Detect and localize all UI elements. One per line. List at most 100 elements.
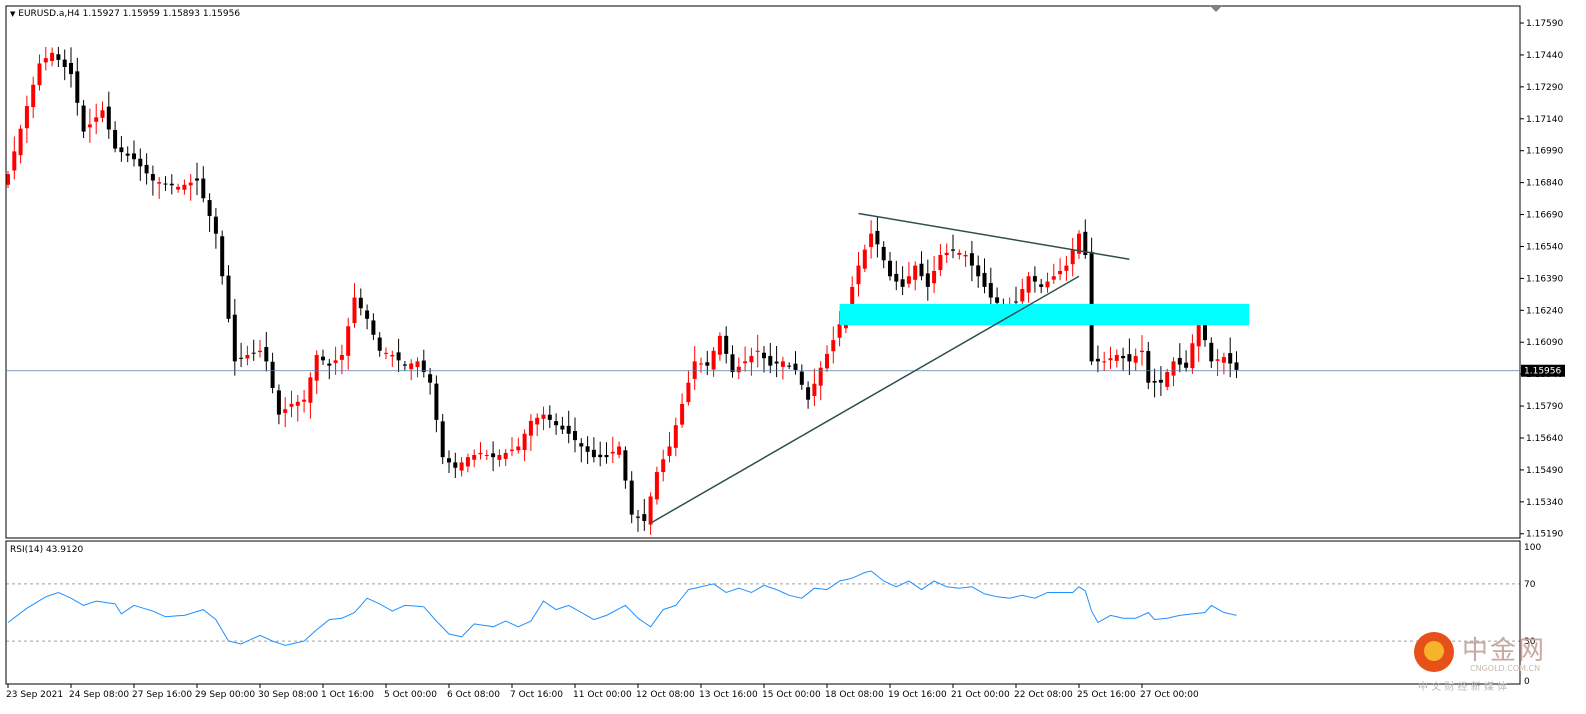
candle (69, 47, 73, 88)
candle-body (150, 174, 155, 181)
candle-body (610, 451, 615, 454)
candle (913, 261, 918, 291)
candle-body (75, 71, 80, 103)
candle (1133, 348, 1138, 372)
candle (1039, 278, 1044, 294)
candle-body (1146, 351, 1151, 383)
candle (1070, 237, 1075, 277)
candle-body (497, 455, 502, 460)
candle-body (321, 356, 325, 361)
candle-body (837, 324, 842, 338)
candle (119, 135, 124, 162)
candle (12, 136, 17, 180)
candle-body (327, 363, 332, 366)
candle-body (352, 297, 357, 324)
candle-body (377, 337, 382, 351)
candle (87, 108, 92, 143)
candle-body (365, 310, 370, 319)
candle-body (276, 390, 281, 415)
candle (862, 244, 867, 272)
watermark-site: CNGOLD.COM.CN (1470, 664, 1541, 673)
candle-body (743, 361, 748, 364)
candle-body (226, 275, 231, 319)
candle (169, 174, 174, 195)
candle (736, 357, 741, 379)
candle (705, 350, 710, 376)
candle (384, 347, 388, 360)
candle (604, 442, 609, 464)
candle (491, 441, 496, 472)
candle-body (591, 449, 596, 458)
rsi-panel[interactable] (6, 570, 1520, 646)
candle (749, 347, 754, 376)
candle (711, 346, 716, 377)
dropdown-arrow-icon[interactable]: ▼ (10, 10, 15, 18)
candle (270, 352, 275, 394)
candle-body (396, 352, 401, 361)
candle (484, 449, 489, 461)
candle-body (258, 350, 262, 353)
candle (352, 283, 357, 328)
candle-body (762, 352, 766, 359)
candle-body (1152, 380, 1157, 383)
candle-body (812, 383, 817, 396)
candle (176, 183, 181, 193)
candle (251, 339, 256, 361)
candle (661, 449, 666, 482)
candle-body (138, 158, 143, 167)
candle-body (1032, 276, 1037, 282)
candle-body (951, 249, 955, 251)
watermark-logo-icon (1414, 632, 1454, 672)
candle (453, 452, 458, 479)
candle-body (264, 347, 269, 362)
candle-body (547, 414, 552, 420)
candle-body (932, 270, 937, 284)
candle (434, 375, 439, 433)
candle-body (119, 147, 124, 153)
candle-body (270, 361, 275, 388)
candle (415, 357, 420, 378)
candle (459, 457, 464, 477)
price-axis-label: 1.16390 (1526, 274, 1563, 284)
candle-body (1190, 343, 1195, 369)
price-axis-label: 1.17440 (1526, 51, 1563, 61)
candle-body (283, 409, 288, 413)
candle-body (384, 352, 388, 354)
candle-body (1070, 249, 1075, 265)
candle (1064, 255, 1069, 281)
candle-body (484, 455, 489, 457)
candle (988, 267, 993, 309)
candle-body (535, 417, 540, 425)
candle (1146, 341, 1151, 390)
rsi-info-label: RSI(14) 43.9120 (10, 545, 84, 555)
candle (957, 249, 962, 260)
candle (440, 413, 445, 465)
candle-body (894, 273, 899, 282)
candle (787, 362, 792, 369)
candle-body (289, 403, 294, 407)
candle-body (415, 361, 420, 368)
candle-body (472, 455, 477, 460)
candle (396, 338, 401, 373)
candle-body (100, 110, 105, 118)
candle (963, 250, 968, 267)
candle (541, 406, 546, 431)
candle (1152, 368, 1157, 398)
candle (314, 350, 319, 395)
candle-body (642, 514, 647, 521)
candle-body (963, 254, 968, 257)
chart-shift-marker-icon (1210, 6, 1222, 12)
candle (579, 438, 584, 463)
candle-body (1158, 379, 1163, 383)
candle-body (176, 186, 181, 190)
candle (157, 177, 162, 199)
candle-body (1058, 270, 1063, 275)
candle (510, 437, 514, 456)
candle-body (1140, 350, 1144, 353)
candle (75, 57, 80, 116)
candle-body (585, 446, 590, 452)
candle (1228, 337, 1233, 378)
candle-body (906, 276, 911, 284)
candle (346, 317, 351, 370)
candle (163, 176, 168, 191)
